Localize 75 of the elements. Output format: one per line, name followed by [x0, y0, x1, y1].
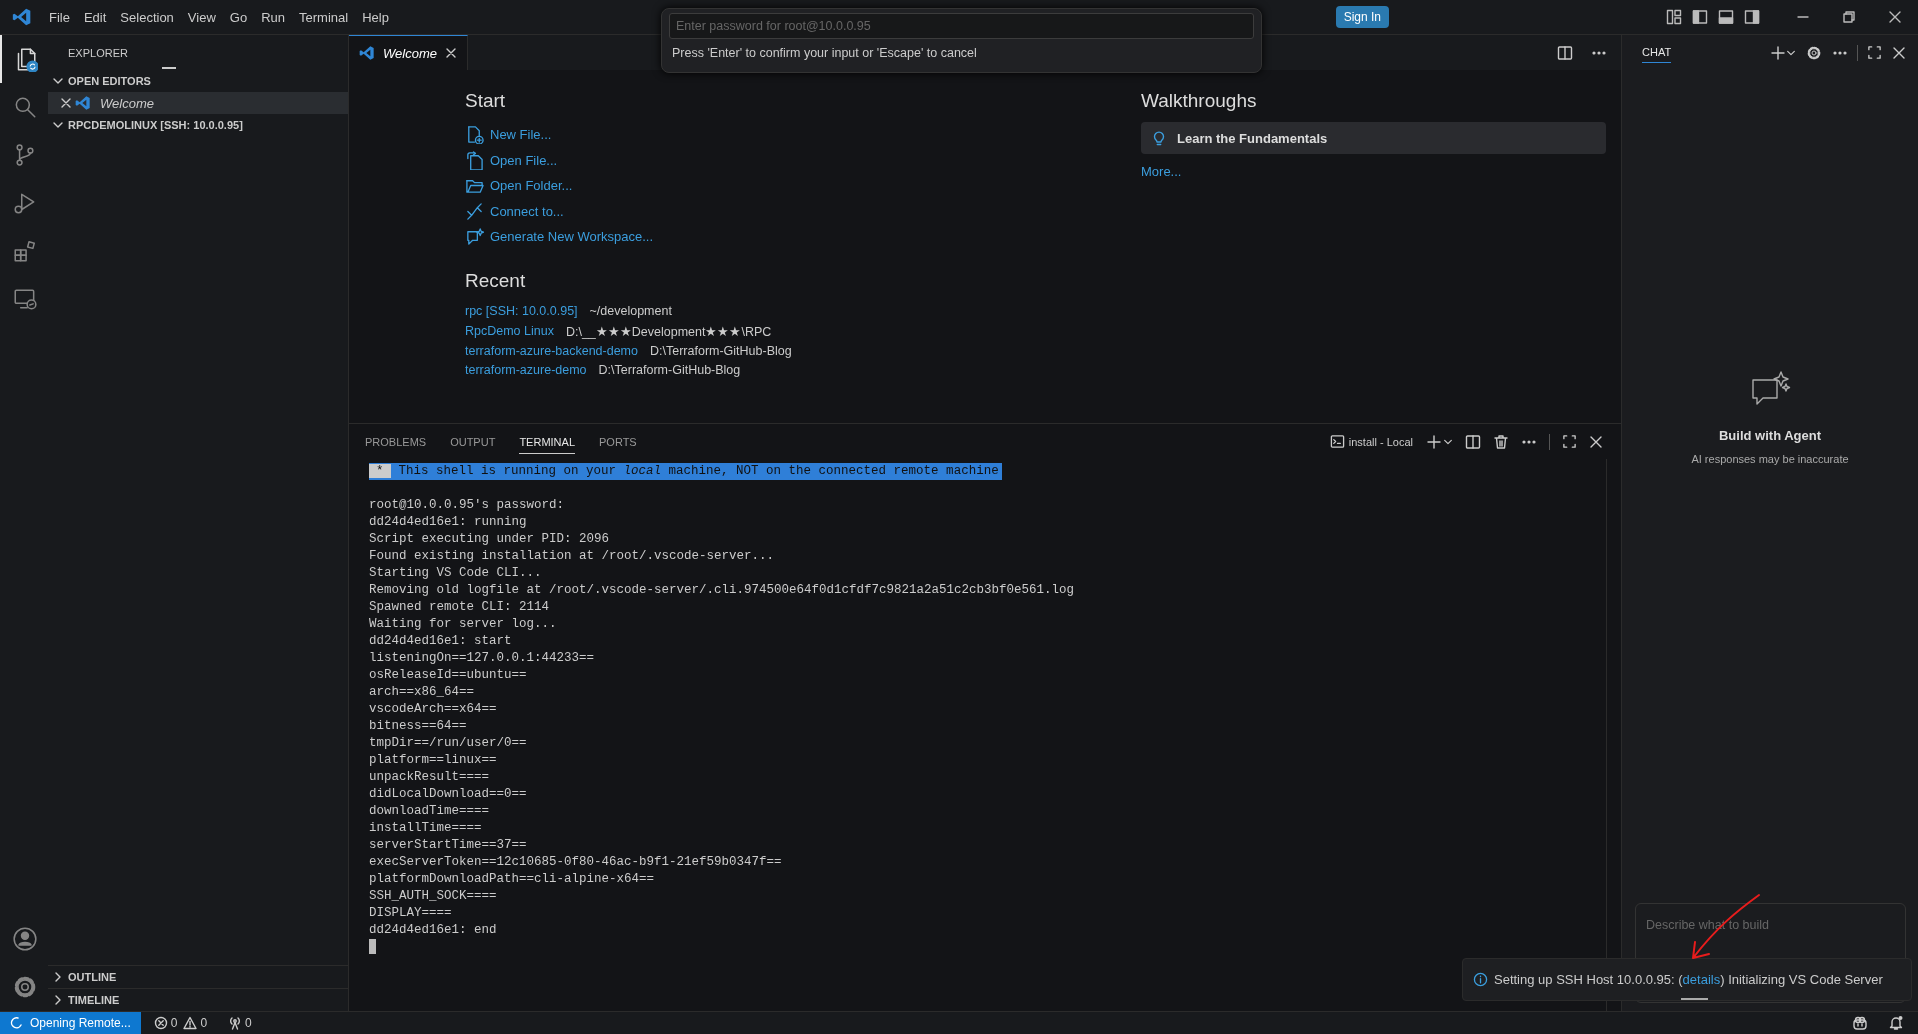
menu-item[interactable]: Selection [113, 6, 181, 28]
terminal-banner: * This shell is running on your local machine, NOT on the connected remote machine [369, 463, 1002, 480]
recent-link[interactable]: terraform-azure-backend-demo [465, 343, 638, 358]
recent-path: D:\Terraform-GitHub-Blog [598, 363, 741, 378]
terminal-line: bitness==64== [369, 718, 468, 735]
open-editor-item[interactable]: Welcome [48, 92, 348, 114]
start-link[interactable]: Open File... [465, 147, 1025, 173]
recent-link[interactable]: rpc [SSH: 10.0.0.95] [465, 304, 578, 319]
port-count[interactable]: 0 [245, 1016, 252, 1030]
error-count[interactable]: 0 [170, 1016, 178, 1030]
menu-item[interactable]: View [180, 6, 223, 28]
terminal-line: arch==x86_64== [369, 684, 476, 701]
password-field[interactable]: Enter password for root@10.0.0.95 [669, 13, 1254, 39]
panel-tab[interactable]: OUTPUT [450, 429, 496, 454]
terminal-line: serverStartTime==37== [369, 837, 528, 854]
terminal-line: dd24d4ed16e1: end [369, 922, 498, 939]
menu-item[interactable]: File [42, 6, 77, 28]
section-header[interactable]: RPCDEMOLINUX [SSH: 10.0.0.95] [48, 114, 348, 136]
warning-count[interactable]: 0 [200, 1016, 208, 1030]
terminal-line: dd24d4ed16e1: start [369, 633, 513, 650]
terminal-line: vscodeArch==x64== [369, 701, 498, 718]
details-link[interactable]: details [1682, 972, 1721, 987]
recent-link[interactable]: terraform-azure-demo [465, 363, 587, 378]
terminal-line: Found existing installation at /root/.vscode-server... [369, 548, 776, 565]
terminal-line: root@10.0.0.95's password: [369, 497, 566, 514]
terminal-line: installTime==== [369, 820, 483, 837]
chat-subtitle: AI responses may be inaccurate [1691, 453, 1849, 465]
recent-link[interactable]: RpcDemo Linux [465, 324, 554, 339]
section-header[interactable]: OUTLINE [48, 965, 348, 988]
recent-path: ~/development [589, 304, 672, 319]
menu-item[interactable]: Edit [76, 6, 114, 28]
sidebar-title: EXPLORER [68, 46, 128, 59]
terminal-line: tmpDir==/run/user/0== [369, 735, 528, 752]
chat-heading: Build with Agent [1718, 428, 1822, 443]
terminal-line: Waiting for server log... [369, 616, 558, 633]
start-link[interactable]: New File... [465, 122, 1025, 148]
terminal-line: didLocalDownload==0== [369, 786, 528, 803]
terminal-line: Removing old logfile at /root/.vscode-server/.cli.974500e64f0d1cfdf7c9821a2a51c2cb3bf0e561.log [369, 582, 1076, 599]
terminal-line: Starting VS Code CLI... [369, 565, 543, 582]
terminal-line: SSH_AUTH_SOCK==== [369, 888, 498, 905]
menu-item[interactable]: Run [254, 6, 292, 28]
section-heading: Start [465, 90, 507, 112]
walkthrough-card[interactable]: Learn the Fundamentals [1141, 122, 1606, 154]
section-heading: Recent [465, 269, 527, 292]
recent-path: D:\__★★★Development★★★\RPC [565, 323, 772, 339]
menu-item[interactable]: Help [355, 6, 396, 28]
terminal-line: osReleaseId==ubuntu== [369, 667, 528, 684]
section-header[interactable]: OPEN EDITORS [48, 70, 348, 92]
panel-tab[interactable]: TERMINAL [519, 429, 575, 454]
more-link[interactable]: More... [1141, 164, 1182, 179]
panel-tab[interactable]: PROBLEMS [365, 429, 427, 454]
terminal-line: downloadTime==== [369, 803, 491, 820]
start-link[interactable]: Connect to... [465, 198, 1025, 224]
sign-in-button[interactable]: Sign In [1335, 6, 1389, 28]
terminal-line: platform==linux== [369, 752, 498, 769]
start-link[interactable]: Open Folder... [465, 173, 1025, 199]
section-heading: Walkthroughs [1141, 90, 1258, 112]
terminal-line: unpackResult==== [369, 769, 491, 786]
panel-tab[interactable]: PORTS [599, 429, 637, 454]
terminal-line: Spawned remote CLI: 2114 [369, 599, 551, 616]
terminal-line: execServerToken==12c10685-0f80-46ac-b9f1-21ef59b0347f== [369, 854, 783, 871]
menu-item[interactable]: Go [222, 6, 255, 28]
recent-path: D:\Terraform-GitHub-Blog [650, 343, 792, 358]
remote-status[interactable]: Opening Remote... [0, 1012, 141, 1034]
input-hint: Press 'Enter' to confirm your input or 'Escape' to cancel [672, 46, 978, 60]
start-link[interactable]: Generate New Workspace... [465, 224, 1025, 250]
terminal-line: Script executing under PID: 2096 [369, 531, 611, 548]
terminal-line: listeningOn==127.0.0.1:44233== [369, 650, 596, 667]
terminal-line: DISPLAY==== [369, 905, 453, 922]
editor-tab[interactable]: Welcome [349, 35, 468, 70]
terminal-line: platformDownloadPath==cli-alpine-x64== [369, 871, 656, 888]
chat-tab[interactable]: CHAT [1642, 42, 1672, 63]
terminal-line: dd24d4ed16e1: running [369, 514, 528, 531]
menu-item[interactable]: Terminal [292, 6, 356, 28]
terminal-name[interactable]: install - Local [1348, 435, 1413, 448]
